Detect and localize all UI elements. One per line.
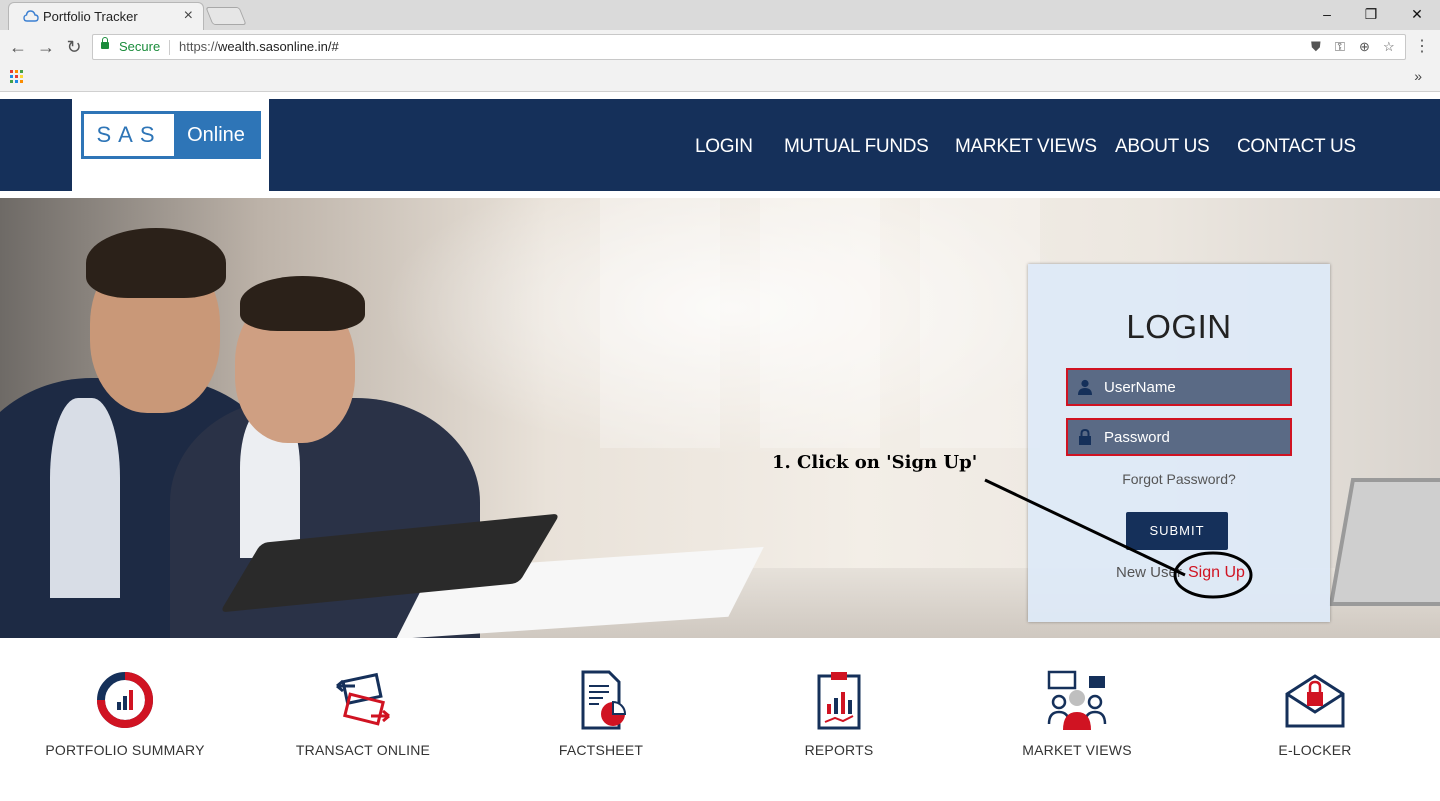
bookmarks-bar: » bbox=[0, 64, 1440, 92]
sas-online-logo[interactable]: SAS Online bbox=[81, 111, 261, 159]
feature-label: E-LOCKER bbox=[1278, 742, 1352, 758]
background-window bbox=[920, 198, 1040, 448]
bookmark-star-icon[interactable]: ☆ bbox=[1383, 39, 1395, 55]
tab-close-icon[interactable]: × bbox=[184, 6, 193, 26]
browser-tab-bar: Portfolio Tracker × – ❐ ✕ bbox=[0, 0, 1440, 30]
password-field[interactable] bbox=[1066, 418, 1292, 456]
browser-menu-icon[interactable]: ⋮ bbox=[1414, 36, 1430, 56]
secure-label: Secure bbox=[119, 39, 161, 54]
feature-reports[interactable]: REPORTS bbox=[729, 668, 949, 758]
portfolio-summary-icon bbox=[97, 672, 153, 728]
address-divider bbox=[169, 40, 170, 55]
user-icon bbox=[1078, 379, 1092, 395]
lock-icon bbox=[101, 37, 109, 49]
feature-label: MARKET VIEWS bbox=[1022, 742, 1132, 758]
nav-contact-us[interactable]: CONTACT US bbox=[1237, 136, 1356, 158]
login-title: LOGIN bbox=[1126, 308, 1232, 345]
feature-e-locker[interactable]: E-LOCKER bbox=[1205, 668, 1425, 758]
feature-transact-online[interactable]: TRANSACT ONLINE bbox=[253, 668, 473, 758]
reload-icon[interactable]: ↻ bbox=[64, 36, 84, 58]
forgot-password-link[interactable]: Forgot Password? bbox=[1028, 471, 1330, 487]
factsheet-icon bbox=[581, 670, 627, 730]
feature-label: REPORTS bbox=[804, 742, 874, 758]
key-icon[interactable]: ⚿ bbox=[1335, 39, 1345, 55]
lock-icon bbox=[1079, 429, 1091, 445]
browser-toolbar: ← → ↻ Secure https://wealth.sasonline.in… bbox=[0, 30, 1440, 64]
forward-arrow-icon[interactable]: → bbox=[36, 36, 56, 58]
minimize-icon[interactable]: – bbox=[1304, 3, 1350, 25]
annotation-instruction: 1. Click on 'Sign Up' bbox=[772, 452, 978, 473]
zoom-icon[interactable]: ⊕ bbox=[1359, 39, 1370, 55]
feature-portfolio-summary[interactable]: PORTFOLIO SUMMARY bbox=[15, 668, 235, 758]
cloud-favicon-icon bbox=[23, 10, 39, 22]
address-bar[interactable]: Secure https://wealth.sasonline.in/# ⛊ ⚿… bbox=[92, 34, 1406, 60]
background-window bbox=[600, 198, 720, 448]
feature-market-views[interactable]: MARKET VIEWS bbox=[967, 668, 1187, 758]
apps-grid-icon[interactable] bbox=[10, 70, 23, 83]
back-arrow-icon[interactable]: ← bbox=[8, 36, 28, 58]
new-tab-button[interactable] bbox=[205, 7, 247, 25]
feature-label: TRANSACT ONLINE bbox=[295, 742, 431, 758]
nav-about-us[interactable]: ABOUT US bbox=[1115, 136, 1210, 158]
bookmarks-overflow-icon[interactable]: » bbox=[1414, 68, 1422, 84]
extension-shield-icon[interactable]: ⛊ bbox=[1311, 39, 1321, 55]
laptop-illustration bbox=[1328, 478, 1440, 606]
url-text[interactable]: https://wealth.sasonline.in/# bbox=[179, 39, 339, 54]
logo-online-text: Online bbox=[174, 114, 258, 156]
tab-title: Portfolio Tracker bbox=[43, 9, 138, 24]
logo-container[interactable]: SAS Online bbox=[72, 99, 269, 191]
reports-icon bbox=[817, 672, 861, 730]
e-locker-icon bbox=[1285, 674, 1345, 728]
password-input[interactable] bbox=[1104, 420, 1284, 454]
logo-sas-text: SAS bbox=[84, 114, 174, 156]
feature-label: PORTFOLIO SUMMARY bbox=[45, 742, 205, 758]
close-window-icon[interactable]: ✕ bbox=[1394, 3, 1440, 25]
username-field[interactable] bbox=[1066, 368, 1292, 406]
nav-mutual-funds[interactable]: MUTUAL FUNDS bbox=[784, 136, 929, 158]
market-views-icon bbox=[1047, 670, 1107, 730]
background-window bbox=[760, 198, 880, 448]
nav-login[interactable]: LOGIN bbox=[695, 136, 753, 158]
browser-tab[interactable]: Portfolio Tracker × bbox=[8, 2, 204, 30]
feature-factsheet[interactable]: FACTSHEET bbox=[491, 668, 711, 758]
username-input[interactable] bbox=[1104, 370, 1284, 404]
new-user-text: New User bbox=[1116, 564, 1182, 581]
feature-label: FACTSHEET bbox=[558, 742, 644, 758]
login-panel: LOGIN Forgot Password? SUBMIT New User S… bbox=[1028, 264, 1330, 622]
restore-icon[interactable]: ❐ bbox=[1348, 3, 1394, 25]
sign-up-link[interactable]: Sign Up bbox=[1188, 564, 1245, 582]
site-header: SAS Online LOGIN MUTUAL FUNDS MARKET VIE… bbox=[0, 99, 1440, 191]
submit-button[interactable]: SUBMIT bbox=[1126, 512, 1228, 550]
nav-market-views[interactable]: MARKET VIEWS bbox=[955, 136, 1097, 158]
transact-online-icon bbox=[336, 672, 390, 726]
